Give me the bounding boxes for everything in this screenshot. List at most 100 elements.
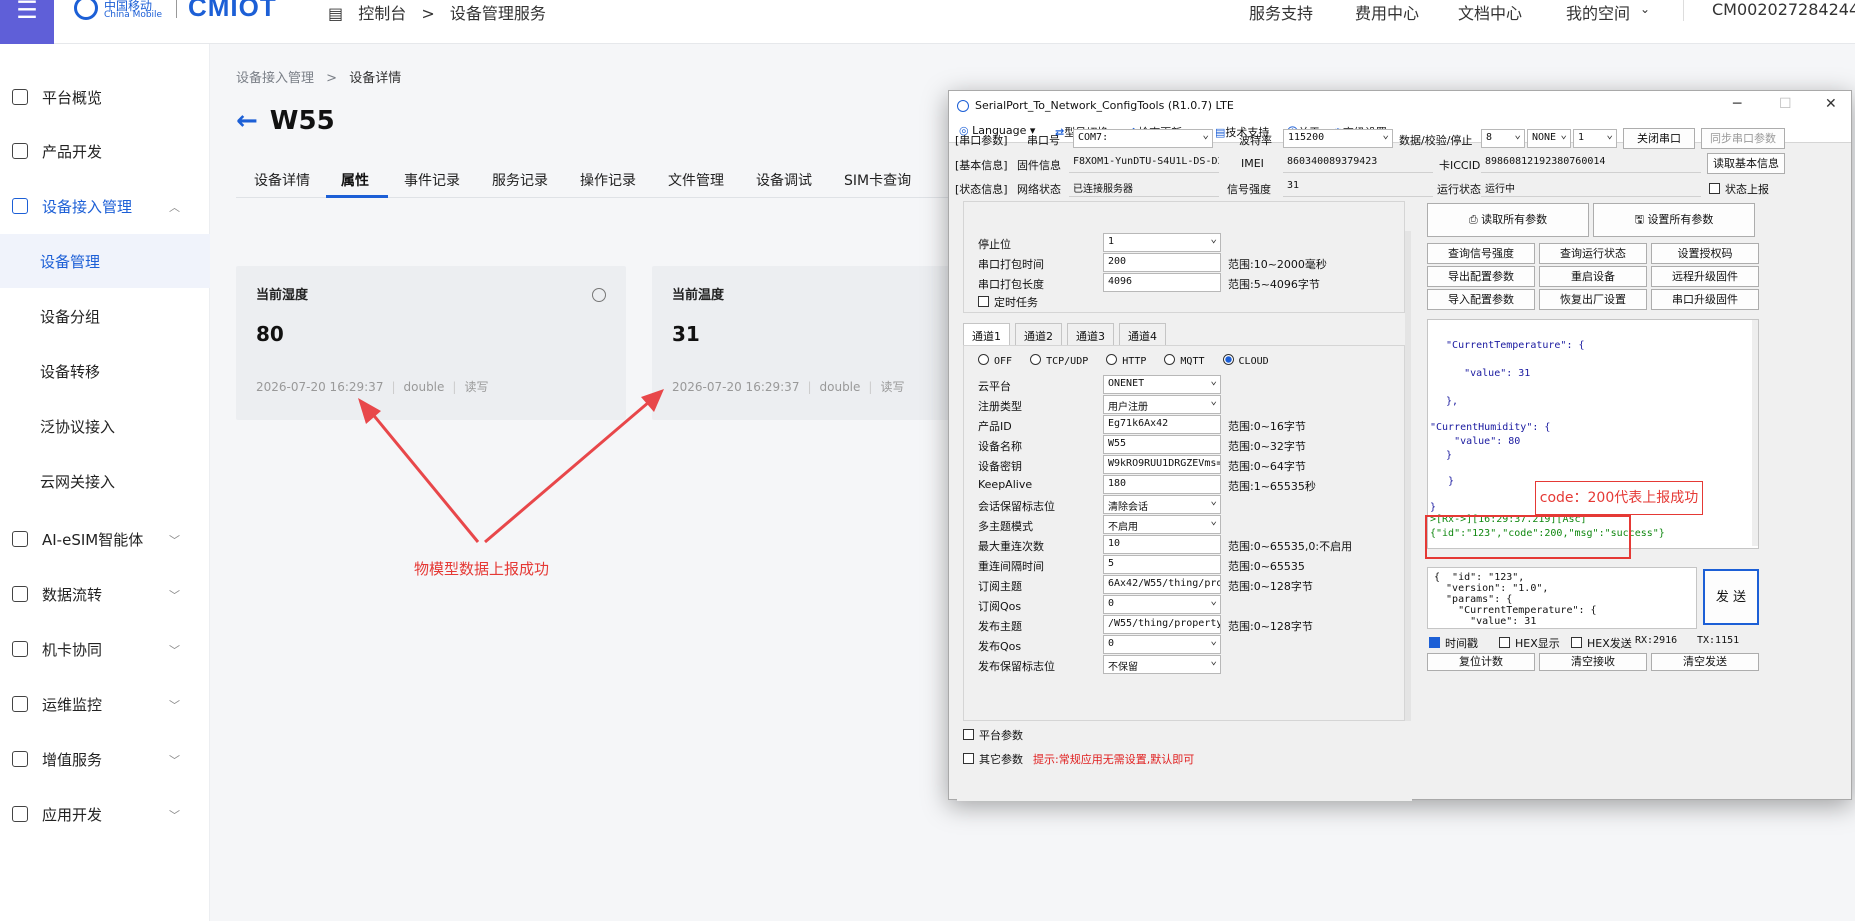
param-value[interactable]: 5: [1103, 555, 1221, 574]
sidebar-item-overview[interactable]: 平台概览: [0, 70, 210, 124]
param-value[interactable]: 200: [1103, 253, 1221, 272]
sidebar-item-device-transfer[interactable]: 设备转移: [0, 344, 210, 398]
radio-cloud[interactable]: CLOUD: [1222, 354, 1269, 367]
clear-receive-button[interactable]: 清空接收: [1539, 653, 1647, 671]
sync-port-button[interactable]: 同步串口参数: [1701, 128, 1785, 149]
timer-task-checkbox[interactable]: 定时任务: [978, 294, 1038, 310]
radio-http[interactable]: HTTP: [1106, 354, 1146, 367]
sidebar-item-product-dev[interactable]: 产品开发: [0, 124, 210, 178]
tab-device-detail[interactable]: 设备详情: [254, 170, 310, 190]
read-basic-info-button[interactable]: 读取基本信息: [1707, 153, 1785, 174]
port-select[interactable]: COM7:: [1073, 129, 1213, 148]
param-value[interactable]: W9kRO9RUU1DRGZEVms=: [1103, 455, 1221, 474]
param-value[interactable]: 0: [1103, 635, 1221, 654]
tab-properties[interactable]: 属性: [341, 170, 369, 190]
read-all-params-button[interactable]: ⎙ 读取所有参数: [1427, 203, 1589, 237]
query-signal-button[interactable]: 查询信号强度: [1427, 243, 1535, 264]
sidebar-item-ai-esim[interactable]: AI-eSIM智能体 ﹀: [0, 512, 210, 566]
hex-display-checkbox[interactable]: HEX显示: [1499, 635, 1560, 651]
nav-docs[interactable]: 文档中心: [1458, 0, 1522, 24]
serial-upgrade-button[interactable]: 串口升级固件: [1651, 289, 1759, 310]
tab-channel-3[interactable]: 通道3: [1067, 323, 1114, 345]
chevron-down-icon[interactable]: ⌄: [1640, 2, 1650, 16]
send-input[interactable]: { "id": "123", "version": "1.0", "params…: [1427, 567, 1697, 629]
sidebar-item-value-added[interactable]: 增值服务 ﹀: [0, 732, 210, 786]
param-value[interactable]: 用户注册: [1103, 395, 1221, 414]
export-config-button[interactable]: 导出配置参数: [1427, 266, 1535, 287]
param-value[interactable]: 1: [1103, 233, 1221, 252]
history-icon[interactable]: [592, 288, 606, 302]
baud-select[interactable]: 115200: [1283, 129, 1393, 148]
log-scrollbar[interactable]: [1752, 320, 1758, 546]
radio-tcp-udp[interactable]: TCP/UDP: [1030, 354, 1088, 367]
set-auth-code-button[interactable]: 设置授权码: [1651, 243, 1759, 264]
param-value[interactable]: 180: [1103, 475, 1221, 494]
factory-reset-button[interactable]: 恢复出厂设置: [1539, 289, 1647, 310]
data-bits-select[interactable]: 8: [1481, 129, 1525, 148]
param-value[interactable]: Eg71k6Ax42: [1103, 415, 1221, 434]
sidebar-item-device-management[interactable]: 设备管理: [0, 234, 210, 288]
radio-mqtt[interactable]: MQTT: [1164, 354, 1205, 367]
remote-upgrade-button[interactable]: 远程升级固件: [1651, 266, 1759, 287]
sidebar-item-app-dev[interactable]: 应用开发 ﹀: [0, 787, 210, 841]
back-arrow-icon[interactable]: ←: [236, 106, 258, 136]
hex-send-checkbox[interactable]: HEX发送: [1571, 635, 1632, 651]
reset-count-button[interactable]: 复位计数: [1427, 653, 1535, 671]
param-value[interactable]: 不启用: [1103, 515, 1221, 534]
status-report-checkbox[interactable]: 状态上报: [1709, 181, 1769, 197]
sidebar-item-card-sync[interactable]: 机卡协同 ﹀: [0, 622, 210, 676]
param-value[interactable]: ONENET: [1103, 375, 1221, 394]
breadcrumb-parent[interactable]: 设备接入管理: [236, 71, 314, 86]
sidebar-item-cloud-gateway[interactable]: 云网关接入: [0, 454, 210, 508]
tab-channel-2[interactable]: 通道2: [1015, 323, 1062, 345]
window-titlebar[interactable]: SerialPort_To_Network_ConfigTools (R1.0.…: [949, 91, 1851, 119]
other-params-checkbox[interactable]: 其它参数: [963, 751, 1023, 767]
timestamp-checkbox[interactable]: 时间戳: [1429, 635, 1478, 651]
param-value[interactable]: W55: [1103, 435, 1221, 454]
maximize-icon[interactable]: ☐: [1779, 96, 1792, 112]
minimize-icon[interactable]: ─: [1733, 96, 1741, 112]
account-id[interactable]: CM002027284244: [1712, 0, 1855, 19]
param-value[interactable]: 6Ax42/W55/thing/prop: [1103, 575, 1221, 594]
param-value[interactable]: 10: [1103, 535, 1221, 554]
sidebar-item-device-group[interactable]: 设备分组: [0, 289, 210, 343]
sidebar-item-ops-monitor[interactable]: 运维监控 ﹀: [0, 677, 210, 731]
close-port-button[interactable]: 关闭串口: [1623, 128, 1695, 149]
sidebar-item-device-access[interactable]: 设备接入管理 ︿: [0, 179, 210, 233]
param-value[interactable]: 清除会话: [1103, 495, 1221, 514]
net-label: 网络状态: [1017, 183, 1061, 196]
tab-sim[interactable]: SIM卡查询: [844, 170, 911, 190]
param-value[interactable]: 不保留: [1103, 655, 1221, 674]
nav-support[interactable]: 服务支持: [1249, 0, 1313, 24]
parity-select[interactable]: NONE: [1527, 129, 1571, 148]
tab-files[interactable]: 文件管理: [668, 170, 724, 190]
tab-operations[interactable]: 操作记录: [580, 170, 636, 190]
import-config-button[interactable]: 导入配置参数: [1427, 289, 1535, 310]
platform-params-checkbox[interactable]: 平台参数: [963, 727, 1023, 743]
reboot-button[interactable]: 重启设备: [1539, 266, 1647, 287]
clear-send-button[interactable]: 清空发送: [1651, 653, 1759, 671]
param-label: 发布主题: [978, 620, 1022, 633]
param-value[interactable]: /W55/thing/property: [1103, 615, 1221, 634]
param-value[interactable]: 4096: [1103, 273, 1221, 292]
param-label: 多主题模式: [978, 520, 1033, 533]
radio-off[interactable]: OFF: [978, 354, 1012, 367]
param-value[interactable]: 0: [1103, 595, 1221, 614]
top-crumb-console[interactable]: 控制台: [358, 4, 406, 23]
tab-channel-1[interactable]: 通道1: [963, 323, 1010, 345]
nav-my-space[interactable]: 我的空间: [1566, 0, 1630, 24]
tab-services[interactable]: 服务记录: [492, 170, 548, 190]
query-status-button[interactable]: 查询运行状态: [1539, 243, 1647, 264]
tab-channel-4[interactable]: 通道4: [1119, 323, 1166, 345]
sidebar-item-data-flow[interactable]: 数据流转 ﹀: [0, 567, 210, 621]
tab-debug[interactable]: 设备调试: [756, 170, 812, 190]
nav-billing[interactable]: 费用中心: [1355, 0, 1419, 24]
stop-bits-select[interactable]: 1: [1573, 129, 1617, 148]
send-button[interactable]: 发 送: [1703, 569, 1759, 625]
set-all-params-button[interactable]: 🖫 设置所有参数: [1593, 203, 1755, 237]
tab-events[interactable]: 事件记录: [404, 170, 460, 190]
sidebar-item-generic-protocol[interactable]: 泛协议接入: [0, 399, 210, 453]
hamburger-icon[interactable]: ☰: [0, 0, 54, 44]
close-icon[interactable]: ✕: [1825, 96, 1837, 112]
scrollbar[interactable]: [1405, 231, 1411, 721]
